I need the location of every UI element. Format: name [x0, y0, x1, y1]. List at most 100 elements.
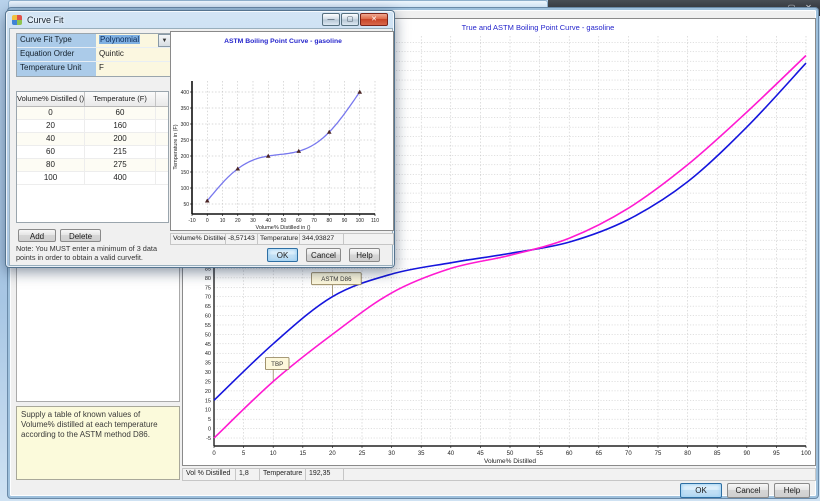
status-cell: Volume% Distilled [170, 233, 226, 245]
svg-text:20: 20 [329, 451, 336, 457]
table-row[interactable]: 40200 [17, 133, 168, 146]
field-temperature-unit: Temperature Unit F [17, 62, 171, 76]
svg-text:5: 5 [242, 451, 246, 457]
table-row[interactable]: 060 [17, 107, 168, 120]
table-cell: 275 [85, 159, 156, 171]
field-curve-fit-type: Curve Fit Type Polynomial ▼ [17, 34, 171, 48]
dialog-chart-xlabel: Volume% Distilled in () [255, 225, 310, 230]
svg-text:70: 70 [205, 295, 211, 301]
svg-text:30: 30 [205, 370, 211, 376]
svg-text:35: 35 [205, 361, 211, 367]
main-status-bar: Vol % Distilled1,8Temperature192,35 [182, 468, 816, 481]
svg-text:150: 150 [181, 170, 190, 176]
dialog-window-controls: — ▢ ✕ [322, 13, 388, 26]
table-row[interactable]: 80275 [17, 159, 168, 172]
table-row[interactable]: 100400 [17, 172, 168, 185]
svg-text:400: 400 [181, 90, 190, 96]
svg-text:0: 0 [212, 451, 216, 457]
field-label: Temperature Unit [17, 62, 96, 76]
maximize-icon[interactable]: ▢ [341, 13, 359, 26]
cancel-button[interactable]: Cancel [727, 483, 769, 498]
ok-button[interactable]: OK [680, 483, 722, 498]
table-cell: 200 [85, 133, 156, 145]
property-grid: Curve Fit Type Polynomial ▼ Equation Ord… [16, 33, 172, 77]
status-cell: Temperature [260, 468, 306, 481]
table-cell: 60 [17, 146, 85, 158]
svg-text:25: 25 [359, 451, 366, 457]
svg-text:55: 55 [205, 323, 211, 329]
svg-text:85: 85 [714, 451, 721, 457]
status-cell: Temperature [258, 233, 300, 245]
svg-text:90: 90 [743, 451, 750, 457]
ok-button[interactable]: OK [267, 248, 298, 262]
svg-text:0: 0 [208, 427, 211, 433]
add-button[interactable]: Add [18, 229, 56, 242]
svg-text:110: 110 [371, 218, 379, 224]
status-cell: -8,57143 [226, 233, 258, 245]
svg-text:80: 80 [205, 276, 211, 282]
data-point-marker [357, 90, 362, 94]
column-header[interactable]: Temperature (F) [85, 92, 156, 106]
dialog-chart-ylabel: Temperature in (F) [173, 124, 179, 169]
table-cell: 40 [17, 133, 85, 145]
svg-text:5: 5 [208, 417, 211, 423]
svg-text:40: 40 [205, 351, 211, 357]
svg-text:60: 60 [205, 314, 211, 320]
table-body: 06020160402006021580275100400 [17, 107, 168, 185]
curve-label-text: ASTM D86 [321, 276, 352, 283]
table-row[interactable]: 60215 [17, 146, 168, 159]
table-cell: 60 [85, 107, 156, 119]
data-points-table[interactable]: Volume% Distilled () Temperature (F) 060… [16, 91, 169, 223]
svg-text:45: 45 [205, 342, 211, 348]
minimize-icon[interactable]: — [322, 13, 340, 26]
table-cell: 100 [17, 172, 85, 184]
status-cell: 192,35 [306, 468, 344, 481]
svg-text:35: 35 [418, 451, 425, 457]
status-cell: 1,8 [236, 468, 260, 481]
column-header[interactable]: Volume% Distilled () [17, 92, 85, 106]
table-cell: 400 [85, 172, 156, 184]
temperature-unit-field[interactable]: F [96, 62, 171, 76]
svg-text:95: 95 [773, 451, 780, 457]
svg-text:-10: -10 [188, 218, 195, 224]
equation-order-field[interactable]: Quintic [96, 48, 171, 61]
dialog-content: Curve Fit Type Polynomial ▼ Equation Ord… [9, 28, 393, 266]
svg-text:100: 100 [181, 186, 190, 192]
svg-text:70: 70 [311, 218, 317, 224]
svg-text:60: 60 [296, 218, 302, 224]
svg-text:10: 10 [270, 451, 277, 457]
table-row[interactable]: 20160 [17, 120, 168, 133]
svg-text:40: 40 [447, 451, 454, 457]
cancel-button[interactable]: Cancel [306, 248, 341, 262]
svg-text:0: 0 [206, 218, 209, 224]
help-button[interactable]: Help [774, 483, 810, 498]
svg-text:350: 350 [181, 106, 190, 112]
delete-button[interactable]: Delete [60, 229, 101, 242]
dialog-chart[interactable]: ASTM Boiling Point Curve - gasoline-1001… [170, 31, 394, 231]
svg-text:50: 50 [507, 451, 514, 457]
svg-text:100: 100 [356, 218, 365, 224]
dialog-title: Curve Fit [27, 15, 64, 25]
status-cell: Vol % Distilled [182, 468, 236, 481]
help-button[interactable]: Help [349, 248, 380, 262]
table-cell: 215 [85, 146, 156, 158]
svg-text:50: 50 [205, 332, 211, 338]
status-filler [344, 233, 394, 245]
svg-text:200: 200 [181, 154, 190, 160]
close-icon[interactable]: ✕ [360, 13, 388, 26]
svg-text:55: 55 [536, 451, 543, 457]
table-cell: 160 [85, 120, 156, 132]
table-cell: 20 [17, 120, 85, 132]
svg-text:60: 60 [566, 451, 573, 457]
curve-label-text: TBP [271, 361, 283, 368]
svg-text:15: 15 [205, 398, 211, 404]
dialog-chart-canvas: ASTM Boiling Point Curve - gasoline-1001… [171, 32, 393, 230]
svg-text:-5: -5 [206, 436, 211, 442]
status-filler [344, 468, 816, 481]
help-text-panel: Supply a table of known values of Volume… [16, 406, 180, 480]
svg-text:100: 100 [801, 451, 812, 457]
svg-text:50: 50 [281, 218, 287, 224]
svg-text:20: 20 [205, 389, 211, 395]
curve-fit-type-dropdown[interactable]: Polynomial ▼ [96, 34, 171, 47]
svg-text:50: 50 [183, 202, 189, 208]
